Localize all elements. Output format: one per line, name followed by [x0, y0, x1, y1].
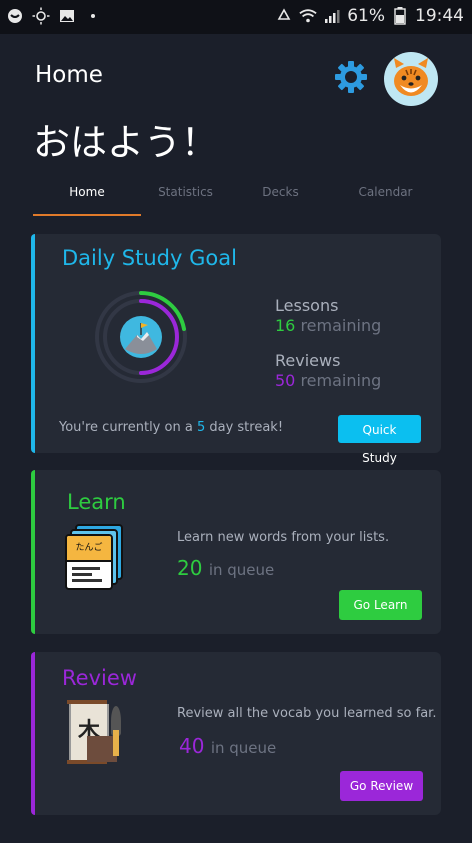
review-queue-suffix: in queue — [210, 739, 277, 757]
daily-goal-title: Daily Study Goal — [62, 246, 237, 270]
learn-queue: 20 in queue — [177, 556, 274, 580]
reviews-count: 50 — [275, 371, 296, 390]
wifi-icon — [299, 7, 317, 25]
dot-icon — [84, 7, 102, 25]
app-notification-icon — [6, 7, 24, 25]
learn-card: Learn たんご Learn new words from your list… — [31, 470, 441, 634]
lessons-count: 16 — [275, 316, 296, 335]
learn-description: Learn new words from your lists. — [177, 530, 390, 545]
quick-study-button[interactable]: Quick Study — [338, 415, 421, 465]
signal-icon — [323, 7, 341, 25]
progress-ring — [93, 289, 189, 385]
learn-queue-suffix: in queue — [208, 561, 275, 579]
card-accent-bar — [31, 470, 35, 634]
review-queue: 40 in queue — [179, 734, 276, 758]
learn-title: Learn — [67, 490, 126, 514]
tab-calendar[interactable]: Calendar — [333, 182, 438, 216]
tab-bar: Home Statistics Decks Calendar — [33, 182, 443, 216]
review-count: 40 — [179, 734, 205, 758]
review-description: Review all the vocab you learned so far. — [177, 706, 437, 721]
card-accent-bar — [31, 652, 35, 815]
reviews-remaining: 50 remaining — [275, 371, 381, 390]
calligraphy-icon: 木 — [65, 700, 129, 766]
card-accent-bar — [31, 234, 35, 453]
review-card: Review 木 Review all the vocab you learne… — [31, 652, 441, 815]
streak-text: You're currently on a 5 day streak! — [59, 420, 283, 435]
battery-icon — [391, 7, 409, 25]
mountain-flag-icon — [120, 316, 162, 358]
sun-icon — [32, 7, 50, 25]
battery-percent: 61% — [347, 6, 385, 26]
image-icon — [58, 7, 76, 25]
reviews-suffix: remaining — [300, 371, 382, 390]
status-right: 61% 19:44 — [275, 6, 464, 26]
status-left-icons — [6, 7, 102, 25]
review-title: Review — [62, 666, 137, 690]
go-review-button[interactable]: Go Review — [340, 771, 423, 801]
flashcard-text: たんご — [67, 536, 111, 562]
lessons-label: Lessons — [275, 296, 339, 315]
daily-goal-card: Daily Study Goal Lessons 16 remaining Re… — [31, 234, 441, 465]
tab-statistics[interactable]: Statistics — [133, 182, 238, 216]
gear-icon — [335, 61, 367, 93]
clock-time: 19:44 — [415, 6, 464, 26]
status-bar: 61% 19:44 — [0, 0, 472, 34]
tab-active-indicator — [33, 214, 141, 216]
settings-button[interactable] — [334, 60, 368, 94]
recycle-icon — [275, 7, 293, 25]
lessons-suffix: remaining — [300, 316, 382, 335]
greeting: おはよう！ — [33, 121, 218, 164]
learn-count: 20 — [177, 556, 203, 580]
page-title: Home — [35, 62, 103, 88]
lessons-remaining: 16 remaining — [275, 316, 381, 335]
flashcards-icon: たんご — [65, 524, 123, 590]
reviews-label: Reviews — [275, 351, 341, 370]
app-screen: Home おはよう！ Home Statistics Decks Calenda… — [0, 34, 472, 843]
streak-days: 5 — [196, 420, 206, 435]
streak-prefix: You're currently on a — [59, 420, 193, 435]
tab-decks[interactable]: Decks — [228, 182, 333, 216]
avatar[interactable] — [384, 52, 438, 106]
streak-suffix: day streak! — [209, 420, 284, 435]
tiger-avatar-icon — [394, 58, 428, 96]
tab-home[interactable]: Home — [33, 182, 141, 216]
go-learn-button[interactable]: Go Learn — [339, 590, 422, 620]
